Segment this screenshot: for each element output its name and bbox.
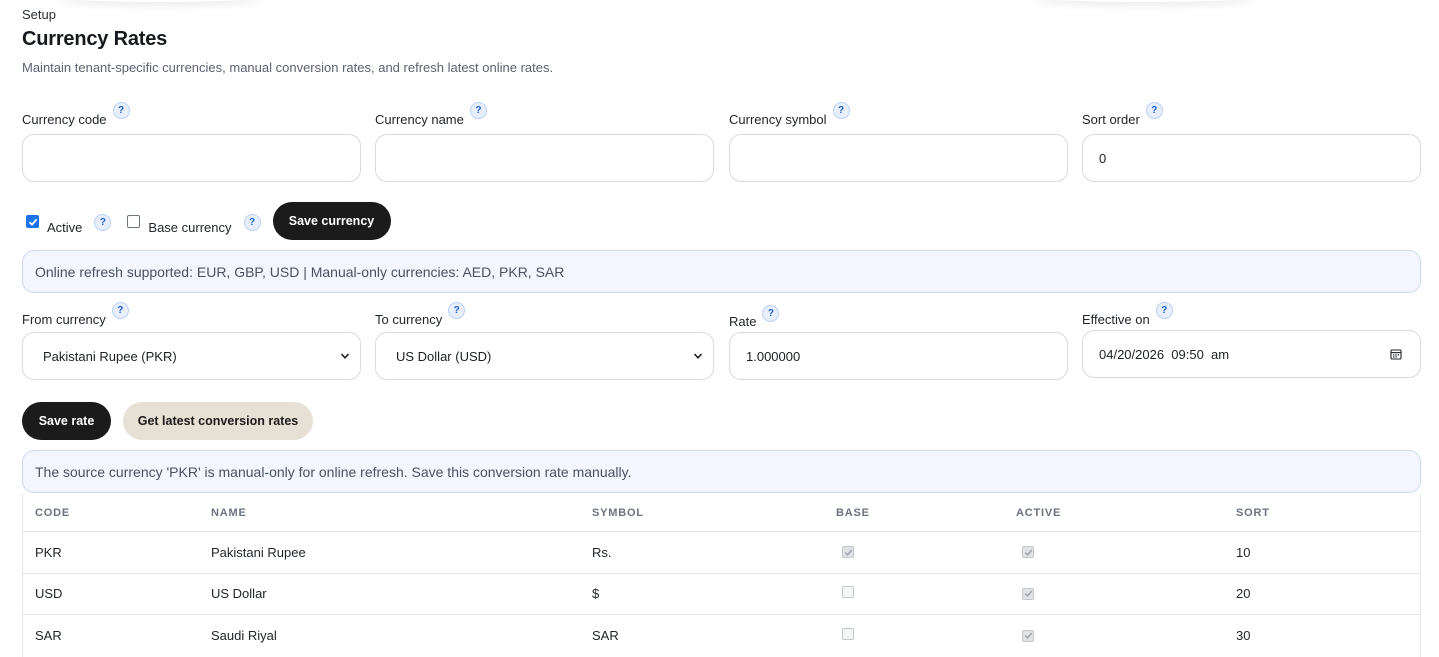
base-checkbox-unchecked: [842, 586, 854, 599]
currency-code-label: Currency code: [22, 112, 107, 127]
from-currency-select[interactable]: Pakistani Rupee (PKR): [22, 332, 361, 380]
rate-label: Rate: [729, 314, 757, 329]
to-currency-value: US Dollar (USD): [396, 348, 492, 364]
check-icon: [28, 218, 37, 226]
help-icon[interactable]: ?: [832, 102, 850, 119]
column-header-symbol[interactable]: SYMBOL: [592, 507, 836, 519]
refresh-support-banner: Online refresh supported: EUR, GBP, USD …: [22, 250, 1421, 293]
check-icon: [1024, 590, 1032, 598]
column-header-code[interactable]: CODE: [23, 507, 211, 519]
cell-symbol: SAR: [592, 628, 619, 644]
help-icon[interactable]: ?: [1155, 302, 1173, 319]
currency-code-input[interactable]: [22, 134, 361, 182]
effective-on-field: Effective on ? 04/20/2026 09:50 am: [1082, 302, 1421, 378]
cell-active: [1016, 586, 1236, 601]
cell-active: [1016, 545, 1236, 560]
effective-on-value: 04/20/2026 09:50 am: [1099, 346, 1230, 362]
help-icon[interactable]: ?: [762, 305, 780, 322]
check-icon: [1024, 549, 1032, 556]
currency-name-input[interactable]: [375, 134, 714, 182]
column-header-sort[interactable]: SORT: [1236, 507, 1416, 519]
top-shadow-right: [1035, 0, 1255, 2]
base-checkbox-checked: [842, 546, 854, 559]
to-currency-label: To currency: [375, 312, 443, 327]
save-rate-button[interactable]: Save rate: [22, 402, 111, 440]
cell-base: [836, 545, 1016, 560]
effective-on-label: Effective on: [1082, 312, 1150, 327]
rate-input[interactable]: 1.000000: [729, 332, 1068, 380]
chevron-down-icon: [340, 353, 350, 359]
cell-symbol: $: [592, 586, 600, 602]
cell-code: PKR: [35, 544, 62, 560]
cell-active: [1016, 628, 1236, 643]
cell-code: SAR: [35, 628, 62, 644]
cell-sort: 20: [1236, 586, 1251, 602]
chevron-down-icon: [693, 353, 703, 359]
help-icon[interactable]: ?: [1145, 102, 1163, 119]
table-row[interactable]: PKR Pakistani Rupee Rs. 10: [23, 532, 1420, 574]
calendar-icon[interactable]: [1390, 348, 1402, 360]
help-icon[interactable]: ?: [469, 102, 487, 119]
active-checkbox-checked: [1022, 629, 1034, 642]
base-currency-checkbox[interactable]: [127, 215, 141, 228]
sort-order-label: Sort order: [1082, 112, 1140, 127]
currency-symbol-label: Currency symbol: [729, 112, 827, 127]
cell-name: Saudi Riyal: [211, 628, 277, 644]
column-header-base[interactable]: BASE: [836, 507, 1016, 519]
page-subtitle: Maintain tenant-specific currencies, man…: [22, 60, 554, 75]
check-icon: [844, 549, 852, 556]
base-currency-label: Base currency: [148, 220, 232, 235]
help-icon[interactable]: ?: [448, 302, 466, 319]
from-currency-value: Pakistani Rupee (PKR): [43, 348, 177, 364]
help-icon[interactable]: ?: [94, 214, 112, 231]
from-currency-label: From currency: [22, 312, 106, 327]
currency-code-field: Currency code ?: [22, 102, 361, 182]
cell-name: Pakistani Rupee: [211, 544, 306, 560]
page-title: Currency Rates: [22, 28, 168, 50]
table-header: CODE NAME SYMBOL BASE ACTIVE SORT: [23, 494, 1420, 532]
breadcrumb: Setup: [22, 7, 56, 22]
top-shadow-left: [60, 0, 260, 2]
cell-sort: 30: [1236, 628, 1251, 644]
to-currency-select[interactable]: US Dollar (USD): [375, 332, 714, 380]
cell-sort: 10: [1236, 544, 1251, 560]
column-header-active[interactable]: ACTIVE: [1016, 507, 1236, 519]
sort-order-input[interactable]: 0: [1082, 134, 1421, 182]
cell-code: USD: [35, 586, 63, 602]
currency-name-label: Currency name: [375, 112, 464, 127]
table-row[interactable]: SAR Saudi Riyal SAR 30: [23, 615, 1420, 657]
cell-symbol: Rs.: [592, 544, 612, 560]
active-label: Active: [47, 220, 83, 235]
effective-on-input[interactable]: 04/20/2026 09:50 am: [1082, 330, 1421, 378]
base-checkbox-unchecked: [842, 628, 854, 641]
active-checkbox-checked: [1022, 546, 1034, 559]
from-currency-field: From currency ? Pakistani Rupee (PKR): [22, 302, 361, 380]
help-icon[interactable]: ?: [243, 214, 261, 231]
currency-symbol-input[interactable]: [729, 134, 1068, 182]
active-checkbox[interactable]: [26, 215, 39, 228]
check-icon: [1024, 632, 1032, 640]
currency-symbol-field: Currency symbol ?: [729, 102, 1068, 182]
help-icon[interactable]: ?: [111, 302, 129, 319]
table-row[interactable]: USD US Dollar $ 20: [23, 574, 1420, 615]
cell-base: [836, 586, 1016, 601]
column-header-name[interactable]: NAME: [211, 507, 592, 519]
get-latest-rates-button[interactable]: Get latest conversion rates: [123, 402, 313, 440]
sort-order-field: Sort order ? 0: [1082, 102, 1421, 182]
cell-base: [836, 628, 1016, 643]
currency-name-field: Currency name ?: [375, 102, 714, 182]
active-checkbox-checked: [1022, 587, 1034, 600]
currency-rates-page: Setup Currency Rates Maintain tenant-spe…: [0, 0, 1439, 657]
cell-name: US Dollar: [211, 586, 267, 602]
to-currency-field: To currency ? US Dollar (USD): [375, 302, 714, 380]
currencies-table: CODE NAME SYMBOL BASE ACTIVE SORT PKR Pa…: [22, 494, 1421, 657]
rate-field: Rate ? 1.000000: [729, 302, 1068, 380]
save-currency-button[interactable]: Save currency: [272, 202, 391, 240]
rate-notice-banner: The source currency 'PKR' is manual-only…: [22, 450, 1421, 493]
help-icon[interactable]: ?: [112, 102, 130, 119]
currency-options-row: Active ? Base currency ? Save currency: [22, 202, 391, 240]
